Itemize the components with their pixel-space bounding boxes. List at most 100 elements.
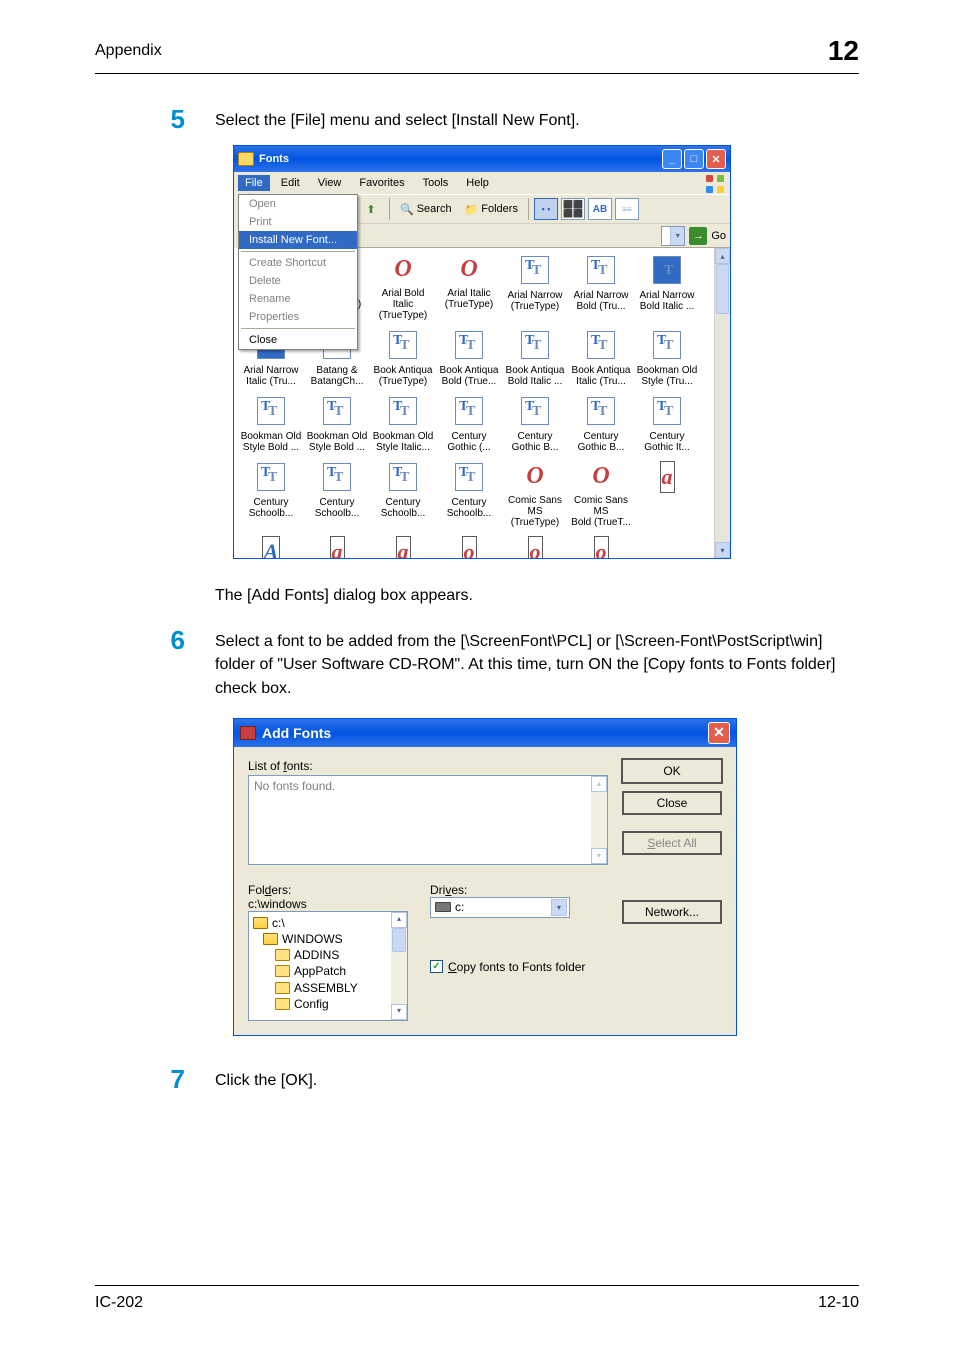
- font-item[interactable]: Book AntiquaItalic (Tru...: [568, 329, 634, 387]
- font-item[interactable]: OArial Bold Italic(TrueType): [370, 254, 436, 321]
- minimize-button[interactable]: _: [662, 149, 682, 169]
- font-item[interactable]: o: [436, 536, 502, 558]
- close-button[interactable]: ✕: [708, 722, 730, 744]
- font-item[interactable]: CenturyGothic B...: [502, 395, 568, 453]
- menu-print[interactable]: Print: [239, 213, 357, 231]
- font-item[interactable]: a: [370, 536, 436, 558]
- menu-tools[interactable]: Tools: [416, 175, 456, 191]
- scroll-down-button[interactable]: ▾: [591, 848, 607, 864]
- font-item[interactable]: Arial Narrow(TrueType): [502, 254, 568, 321]
- go-button[interactable]: →: [689, 227, 707, 245]
- font-item[interactable]: CenturyGothic B...: [568, 395, 634, 453]
- menu-view[interactable]: View: [311, 175, 349, 191]
- menu-file[interactable]: File: [238, 175, 270, 191]
- scroll-track[interactable]: [715, 264, 730, 542]
- folder-windows[interactable]: WINDOWS: [253, 931, 403, 947]
- fonts-titlebar[interactable]: Fonts _ □ ✕: [234, 146, 730, 172]
- menu-open[interactable]: Open: [239, 195, 357, 213]
- checkbox-checked-icon[interactable]: ✓: [430, 960, 443, 973]
- font-item[interactable]: Book AntiquaBold Italic ...: [502, 329, 568, 387]
- font-sublabel: Schoolb...: [238, 508, 304, 519]
- select-all-button[interactable]: Select All: [622, 831, 722, 855]
- menu-properties[interactable]: Properties: [239, 308, 357, 326]
- view-list-button[interactable]: ⬛⬛⬛⬛: [561, 198, 585, 220]
- truetype-font-icon: [257, 463, 285, 491]
- scroll-thumb[interactable]: [716, 264, 729, 314]
- menu-create-shortcut[interactable]: Create Shortcut: [239, 254, 357, 272]
- folder-assembly[interactable]: ASSEMBLY: [253, 980, 403, 996]
- font-item[interactable]: Bookman OldStyle Italic...: [370, 395, 436, 453]
- font-sublabel: Italic (Tru...: [238, 376, 304, 387]
- opentype-font-icon: O: [453, 254, 485, 286]
- scroll-up-button[interactable]: ▴: [591, 776, 607, 792]
- font-item[interactable]: o: [568, 536, 634, 558]
- scroll-up-button[interactable]: ▴: [715, 248, 730, 264]
- view-details-button[interactable]: ≡≡: [615, 198, 639, 220]
- vertical-scrollbar[interactable]: ▴ ▾: [714, 248, 730, 558]
- up-button[interactable]: ⬆: [358, 197, 384, 221]
- scroll-up-button[interactable]: ▴: [391, 912, 407, 928]
- network-button[interactable]: Network...: [622, 900, 722, 924]
- font-item[interactable]: CenturySchoolb...: [238, 461, 304, 528]
- menu-close[interactable]: Close: [239, 331, 357, 349]
- ok-button[interactable]: OK: [622, 759, 722, 783]
- drives-select[interactable]: c: ▾: [430, 897, 570, 918]
- font-item[interactable]: Arial NarrowBold Italic ...: [634, 254, 700, 321]
- view-similarity-button[interactable]: AB: [588, 198, 612, 220]
- folder-root[interactable]: c:\: [253, 915, 403, 931]
- copy-fonts-checkbox-row[interactable]: ✓ Copy fonts to Fonts folder: [430, 960, 600, 974]
- font-item[interactable]: OArial Italic(TrueType): [436, 254, 502, 321]
- folder-scrollbar[interactable]: ▴ ▾: [391, 912, 407, 1020]
- step-6-text: Select a font to be added from the [\Scr…: [215, 625, 859, 700]
- font-item[interactable]: CenturyGothic It...: [634, 395, 700, 453]
- folders-tree[interactable]: c:\ WINDOWS ADDINS AppPatch ASSEMBLY Con…: [248, 911, 408, 1021]
- font-item[interactable]: Book Antiqua(TrueType): [370, 329, 436, 387]
- font-item[interactable]: OComic Sans MSBold (TrueT...: [568, 461, 634, 528]
- scroll-down-button[interactable]: ▾: [391, 1004, 407, 1020]
- font-item[interactable]: Book AntiquaBold (True...: [436, 329, 502, 387]
- menu-delete[interactable]: Delete: [239, 272, 357, 290]
- folder-config[interactable]: Config: [253, 996, 403, 1012]
- font-label: Century: [502, 431, 568, 442]
- folders-button[interactable]: 📁Folders: [460, 201, 523, 218]
- window-title: Fonts: [259, 153, 662, 165]
- font-sublabel: Style (Tru...: [634, 376, 700, 387]
- scroll-down-button[interactable]: ▾: [715, 542, 730, 558]
- font-item[interactable]: CenturySchoolb...: [370, 461, 436, 528]
- font-item[interactable]: CenturyGothic (...: [436, 395, 502, 453]
- font-label: Century: [568, 431, 634, 442]
- font-item[interactable]: CenturySchoolb...: [304, 461, 370, 528]
- close-button[interactable]: Close: [622, 791, 722, 815]
- fonts-grid[interactable]: O)OArial Bold(TrueType)OArial Bold Itali…: [112, 248, 714, 558]
- menu-install-new-font[interactable]: Install New Font...: [239, 231, 357, 249]
- address-dropdown[interactable]: ▾: [661, 226, 685, 246]
- font-item[interactable]: o: [502, 536, 568, 558]
- close-button[interactable]: ✕: [706, 149, 726, 169]
- font-item[interactable]: a: [304, 536, 370, 558]
- scroll-thumb[interactable]: [392, 928, 406, 952]
- maximize-button[interactable]: □: [684, 149, 704, 169]
- font-item[interactable]: CenturySchoolb...: [436, 461, 502, 528]
- font-item[interactable]: Bookman OldStyle Bold ...: [238, 395, 304, 453]
- font-label: Batang &: [304, 365, 370, 376]
- fonts-listbox[interactable]: No fonts found. ▴ ▾: [248, 775, 608, 865]
- add-fonts-titlebar[interactable]: Add Fonts ✕: [234, 719, 736, 747]
- font-item[interactable]: Bookman OldStyle Bold ...: [304, 395, 370, 453]
- font-item[interactable]: Arial NarrowBold (Tru...: [568, 254, 634, 321]
- font-item[interactable]: Bookman OldStyle (Tru...: [634, 329, 700, 387]
- font-item[interactable]: OComic Sans MS(TrueType): [502, 461, 568, 528]
- search-button[interactable]: 🔍Search: [395, 201, 457, 218]
- font-item[interactable]: a: [634, 461, 700, 528]
- font-item[interactable]: A: [238, 536, 304, 558]
- menu-favorites[interactable]: Favorites: [352, 175, 411, 191]
- menu-rename[interactable]: Rename: [239, 290, 357, 308]
- menu-help[interactable]: Help: [459, 175, 496, 191]
- folder-apppatch[interactable]: AppPatch: [253, 963, 403, 979]
- font-sublabel: Gothic It...: [634, 442, 700, 453]
- folder-addins[interactable]: ADDINS: [253, 947, 403, 963]
- listbox-scrollbar[interactable]: ▴ ▾: [591, 776, 607, 864]
- view-large-icons-button[interactable]: ▪ ▪: [534, 198, 558, 220]
- appendix-title: Appendix: [95, 42, 162, 60]
- menu-edit[interactable]: Edit: [274, 175, 307, 191]
- font-sublabel: Bold (Tru...: [568, 301, 634, 312]
